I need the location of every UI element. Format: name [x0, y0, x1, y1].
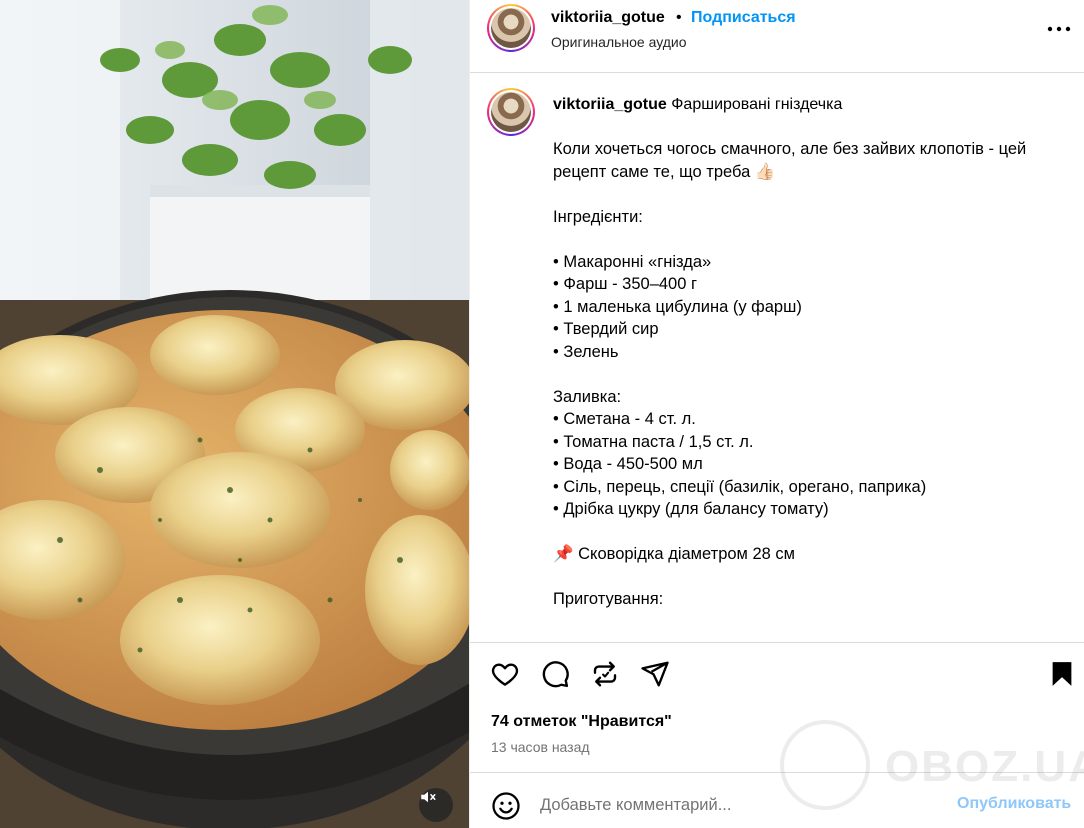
caption-line: Заливка:	[553, 387, 622, 406]
emoji-button[interactable]	[491, 791, 521, 821]
avatar[interactable]	[487, 4, 535, 52]
mute-button[interactable]	[419, 788, 453, 822]
post-header: viktoriia_gotue • Подписаться Оригинальн…	[470, 0, 1084, 73]
comment-input[interactable]	[540, 793, 880, 817]
share-icon	[641, 661, 669, 687]
caption-username[interactable]: viktoriia_gotue	[553, 96, 667, 113]
post-time: 13 часов назад	[491, 739, 590, 755]
caption-line: • Зелень	[553, 342, 619, 361]
separator-dot: •	[676, 9, 682, 26]
caption-line: • Дрібка цукру (для балансу томату)	[553, 500, 829, 518]
repost-icon	[593, 661, 617, 687]
caption-line: • Твердий сир	[553, 320, 659, 338]
header-username[interactable]: viktoriia_gotue	[551, 9, 665, 27]
like-button[interactable]	[490, 659, 520, 689]
caption-line: • Сіль, перець, спеції (базилік, орегано…	[553, 477, 927, 496]
post-panel: viktoriia_gotue • Подписаться Оригинальн…	[469, 0, 1084, 828]
food-photo	[0, 0, 469, 828]
comment-button[interactable]	[540, 659, 570, 689]
action-bar: 74 отметок "Нравится" 13 часов назад	[470, 642, 1084, 772]
share-button[interactable]	[640, 659, 670, 689]
caption-title: Фаршировані гніздечка	[671, 96, 843, 113]
muted-speaker-icon	[421, 791, 436, 803]
more-button[interactable]	[1044, 19, 1074, 39]
follow-button[interactable]: Подписаться	[691, 9, 796, 27]
publish-button[interactable]: Опубликовать	[957, 795, 1071, 813]
more-horizontal-icon	[1047, 26, 1071, 32]
likes-count[interactable]: 74 отметок "Нравится"	[491, 713, 672, 731]
emoji-icon	[492, 792, 520, 820]
caption-header: viktoriia_gotue Фаршировані гніздечка	[553, 96, 842, 114]
comment-icon	[542, 661, 569, 688]
audio-link[interactable]: Оригинальное аудио	[551, 34, 687, 50]
caption-area: viktoriia_gotue Фаршировані гніздечка Ко…	[470, 74, 1084, 642]
caption-line: • Томатна паста / 1,5 ст. л.	[553, 432, 754, 451]
save-button[interactable]	[1047, 659, 1077, 689]
caption-line: • Макаронні «гнізда»	[553, 252, 712, 271]
repost-button[interactable]	[590, 659, 620, 689]
caption-line: • Сметана - 4 ст. л.	[553, 410, 696, 428]
comment-bar: Опубликовать	[470, 772, 1084, 828]
heart-icon	[491, 663, 519, 686]
caption-line: Інгредієнти:	[553, 207, 643, 226]
bookmark-icon	[1052, 662, 1072, 686]
caption-text: Коли хочеться чогось смачного, але без з…	[553, 138, 1063, 611]
caption-line: Приготування:	[553, 590, 664, 608]
post-media[interactable]	[0, 0, 469, 828]
caption-line: • Фарш - 350–400 г	[553, 275, 697, 293]
caption-line: Коли хочеться чогось смачного, але без з…	[553, 140, 1027, 158]
caption-line: рецепт саме те, що треба 👍🏻	[553, 162, 776, 181]
caption-line: • Вода - 450-500 мл	[553, 455, 703, 473]
caption-line: • 1 маленька цибулина (у фарш)	[553, 297, 802, 316]
caption-line: 📌 Сковорідка діаметром 28 см	[553, 545, 796, 563]
caption-avatar[interactable]	[487, 88, 535, 136]
